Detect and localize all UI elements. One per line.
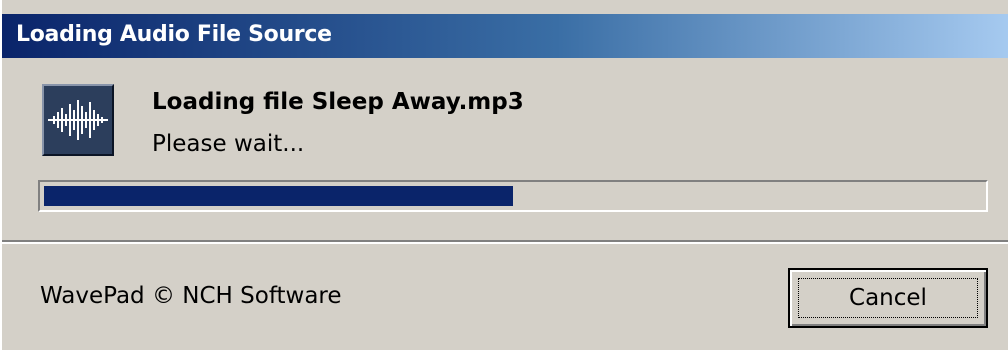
title-bar[interactable]: Loading Audio File Source — [2, 14, 1008, 58]
copyright-text: WavePad © NCH Software — [40, 283, 342, 309]
waveform-icon — [42, 84, 114, 156]
loading-dialog: Loading Audio File Source Loading file S… — [0, 0, 1008, 350]
cancel-button[interactable]: Cancel — [788, 268, 988, 328]
progress-bar — [38, 180, 988, 212]
cancel-button-label: Cancel — [798, 278, 978, 318]
separator — [2, 240, 1008, 244]
window-title: Loading Audio File Source — [16, 22, 332, 47]
loading-message: Loading file Sleep Away.mp3 — [152, 89, 524, 115]
progress-fill — [44, 186, 513, 206]
please-wait-text: Please wait... — [152, 131, 305, 157]
